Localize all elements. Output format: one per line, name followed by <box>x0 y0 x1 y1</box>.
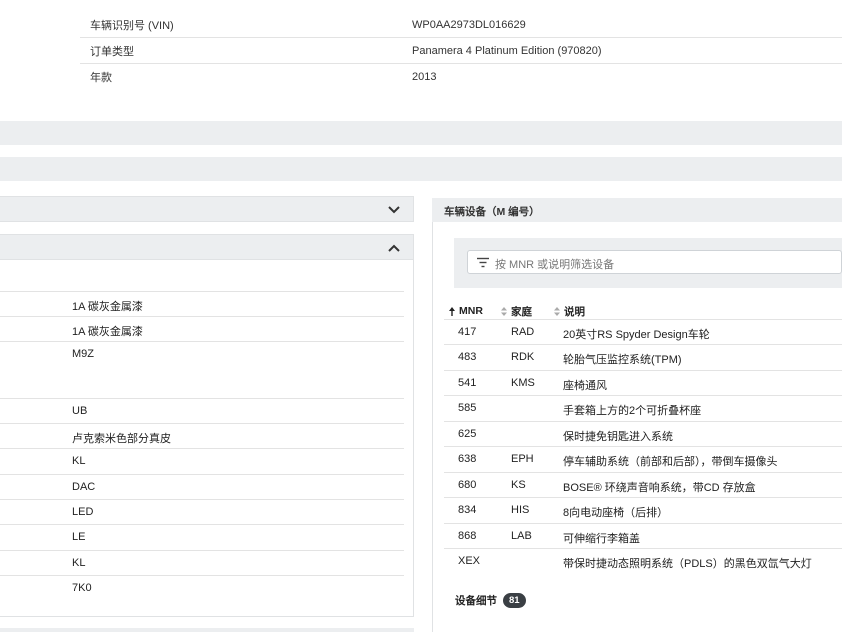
family-cell: KS <box>511 479 526 491</box>
info-value: Panamera 4 Platinum Edition (970820) <box>412 44 602 57</box>
sort-ascending-icon <box>449 306 455 316</box>
family-cell: RDK <box>511 351 535 363</box>
table-row: 638 EPH 停车辅助系统（前部和后部），带倒车摄像头 <box>444 446 842 471</box>
section-bar[interactable] <box>0 157 842 181</box>
description-cell: BOSE® 环绕声音响系统，带CD 存放盒 <box>563 482 756 494</box>
table-row: 483 RDK 轮胎气压监控系统(TPM) <box>444 344 842 369</box>
info-row-order-type: 订单类型 Panamera 4 Platinum Edition (970820… <box>80 38 842 64</box>
list-item-value: 1A 碳灰金属漆 <box>72 301 143 313</box>
column-header-family[interactable]: 家庭 <box>500 304 532 318</box>
mnr-cell: 834 <box>458 504 477 516</box>
filter-icon <box>477 257 489 268</box>
detail-count-badge: 81 <box>503 593 526 608</box>
list-item: 卢克索米色部分真皮 <box>0 423 404 448</box>
mnr-cell: 417 <box>458 326 477 338</box>
list-item: DAC <box>0 474 404 499</box>
info-label: 车辆识别号 (VIN) <box>90 19 174 32</box>
table-row: 868 LAB 可伸缩行李箱盖 <box>444 523 842 548</box>
description-cell: 20英寸RS Spyder Design车轮 <box>563 329 710 341</box>
column-header-mnr[interactable]: MNR <box>448 304 483 318</box>
list-item: UB <box>0 398 404 423</box>
list-item: 1A 碳灰金属漆 <box>0 291 404 316</box>
accordion-header-collapsed[interactable] <box>0 196 414 222</box>
mnr-cell: 541 <box>458 377 477 389</box>
info-value: 2013 <box>412 71 437 83</box>
family-cell: LAB <box>511 530 532 542</box>
column-header-label: 说明 <box>564 305 585 318</box>
list-item: M9Z <box>0 341 404 398</box>
mnr-cell: 680 <box>458 479 477 491</box>
filter-placeholder: 按 MNR 或说明筛选设备 <box>495 259 615 271</box>
column-header-label: MNR <box>459 305 483 317</box>
mnr-cell: 483 <box>458 351 477 363</box>
mnr-cell: 585 <box>458 402 477 414</box>
list-item-value: 1A 碳灰金属漆 <box>72 326 143 338</box>
table-row: 541 KMS 座椅通风 <box>444 370 842 395</box>
table-row: XEX 带保时捷动态照明系统（PDLS）的黑色双氙气大灯 <box>444 548 842 573</box>
description-cell: 手套箱上方的2个可折叠杯座 <box>563 405 702 417</box>
equipment-panel-header: 车辆设备（M 编号） <box>432 198 842 222</box>
mnr-cell: XEX <box>458 555 481 567</box>
mnr-cell: 868 <box>458 530 477 542</box>
list-item-value: UB <box>72 405 88 417</box>
table-row: 834 HIS 8向电动座椅（后排） <box>444 497 842 522</box>
info-row-vin: 车辆识别号 (VIN) WP0AA2973DL016629 <box>80 12 842 38</box>
list-item-value: 卢克索米色部分真皮 <box>72 433 171 445</box>
description-cell: 保时捷免钥匙进入系统 <box>563 431 673 443</box>
list-item-value: KL <box>72 557 86 569</box>
list-item: KL <box>0 448 404 474</box>
column-header-label: 家庭 <box>511 305 532 318</box>
table-row: 585 手套箱上方的2个可折叠杯座 <box>444 395 842 420</box>
chevron-up-icon[interactable] <box>387 242 401 254</box>
list-item: 1A 碳灰金属漆 <box>0 316 404 341</box>
vehicle-info-table: 车辆识别号 (VIN) WP0AA2973DL016629 订单类型 Panam… <box>80 12 842 90</box>
chevron-down-icon[interactable] <box>387 204 401 216</box>
family-cell: HIS <box>511 504 530 516</box>
equipment-detail[interactable]: 设备细节 81 <box>455 593 526 608</box>
sort-icon <box>554 306 560 316</box>
description-cell: 轮胎气压监控系统(TPM) <box>563 354 682 366</box>
description-cell: 停车辅助系统（前部和后部），带倒车摄像头 <box>563 456 778 468</box>
panel-title: 车辆设备（M 编号） <box>444 206 540 218</box>
detail-label: 设备细节 <box>455 595 497 607</box>
section-bar <box>0 628 414 632</box>
list-item-value: M9Z <box>72 348 94 360</box>
description-cell: 带保时捷动态照明系统（PDLS）的黑色双氙气大灯 <box>563 558 812 570</box>
equipment-filter-input[interactable]: 按 MNR 或说明筛选设备 <box>467 250 842 274</box>
list-item: LE <box>0 524 404 550</box>
family-cell: EPH <box>511 453 534 465</box>
info-label: 年款 <box>90 72 112 84</box>
info-value: WP0AA2973DL016629 <box>412 18 526 31</box>
list-item: KL <box>0 550 404 575</box>
list-item-value: LED <box>72 506 94 518</box>
list-item-value: LE <box>72 531 86 543</box>
accordion-header-expanded[interactable] <box>0 234 414 260</box>
info-label: 订单类型 <box>90 45 134 58</box>
list-item: LED <box>0 499 404 524</box>
description-cell: 8向电动座椅（后排） <box>563 507 669 519</box>
description-cell: 座椅通风 <box>563 380 607 392</box>
info-row-model-year: 年款 2013 <box>80 64 842 90</box>
section-bar[interactable] <box>0 121 842 145</box>
list-item-value: DAC <box>72 481 96 493</box>
list-item-value: 7K0 <box>72 582 92 594</box>
family-cell: KMS <box>511 377 535 389</box>
description-cell: 可伸缩行李箱盖 <box>563 533 640 545</box>
table-row: 680 KS BOSE® 环绕声音响系统，带CD 存放盒 <box>444 472 842 497</box>
mnr-cell: 638 <box>458 453 477 465</box>
column-header-description[interactable]: 说明 <box>553 304 585 318</box>
table-row: 625 保时捷免钥匙进入系统 <box>444 421 842 446</box>
mnr-cell: 625 <box>458 428 477 440</box>
sort-icon <box>501 306 507 316</box>
list-item: 7K0 <box>0 575 404 601</box>
list-item-value: KL <box>72 455 86 467</box>
family-cell: RAD <box>511 326 535 338</box>
table-row: 417 RAD 20英寸RS Spyder Design车轮 <box>444 319 842 344</box>
